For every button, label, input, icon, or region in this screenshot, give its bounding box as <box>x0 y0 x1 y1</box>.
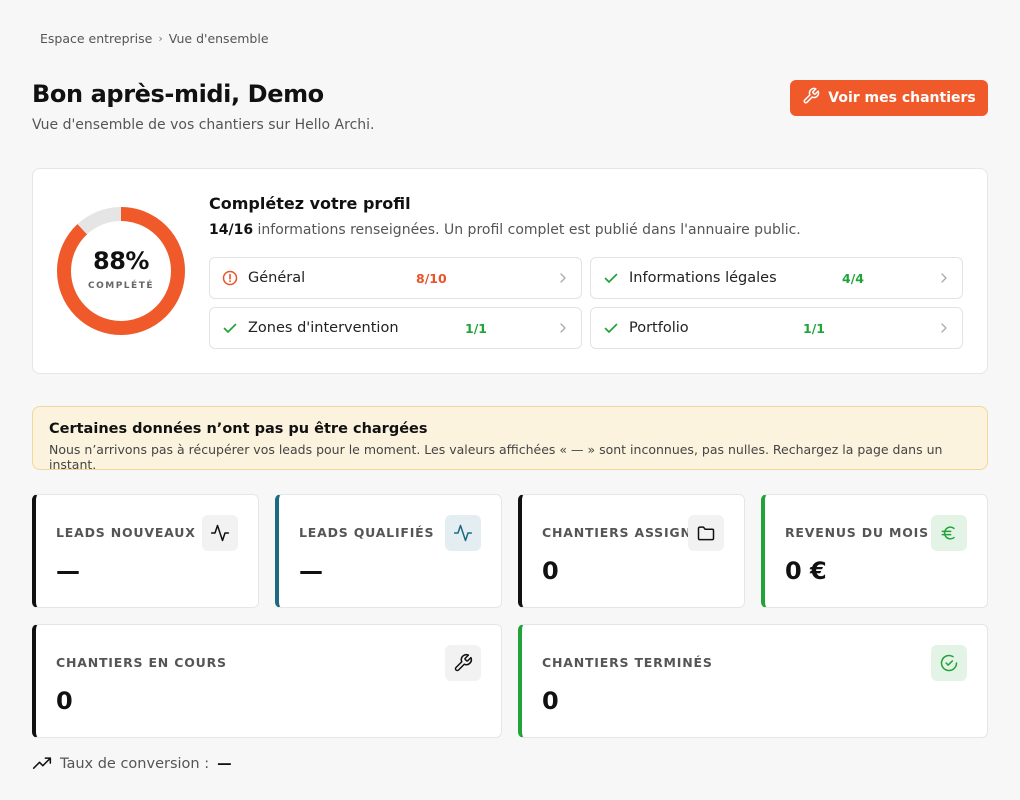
chevron-right-icon <box>941 273 947 283</box>
conversion-value: — <box>217 756 232 772</box>
profile-description: 14/16 informations renseignées. Un profi… <box>209 222 801 238</box>
profile-item-count: 4/4 <box>842 270 864 286</box>
breadcrumb: Espace entreprise › Vue d'ensemble <box>40 31 269 46</box>
conversion-rate: Taux de conversion : — <box>32 754 232 774</box>
profile-item-count: 8/10 <box>416 270 447 286</box>
kpi-value: 0 <box>56 687 73 715</box>
kpi-label: CHANTIERS EN COURS <box>56 655 227 670</box>
profile-status-label: COMPLÉTÉ <box>88 281 154 291</box>
profile-description-text: informations renseignées. Un profil comp… <box>257 222 801 238</box>
kpi-label: LEADS QUALIFIÉS <box>299 525 435 540</box>
profile-item-legal[interactable]: Informations légales 4/4 <box>590 257 963 299</box>
breadcrumb-current: Vue d'ensemble <box>168 31 269 46</box>
kpi-projects-in-progress[interactable]: CHANTIERS EN COURS 0 <box>32 624 502 738</box>
chevron-right-icon <box>560 323 566 333</box>
kpi-label: REVENUS DU MOIS <box>785 525 929 540</box>
kpi-label: CHANTIERS ASSIGNÉS <box>542 525 711 540</box>
euro-icon <box>931 515 967 551</box>
warning-title: Certaines données n’ont pas pu être char… <box>49 421 428 437</box>
check-icon <box>604 323 618 333</box>
kpi-monthly-revenue[interactable]: REVENUS DU MOIS 0 € <box>761 494 988 608</box>
profile-count: 14/16 <box>209 222 254 238</box>
profile-item-general[interactable]: Général 8/10 <box>209 257 582 299</box>
activity-icon <box>202 515 238 551</box>
chevron-right-icon <box>560 273 566 283</box>
activity-icon <box>445 515 481 551</box>
view-projects-button[interactable]: Voir mes chantiers <box>790 80 988 116</box>
kpi-value: — <box>299 557 323 585</box>
folder-icon <box>688 515 724 551</box>
profile-item-count: 1/1 <box>803 320 825 336</box>
profile-item-portfolio[interactable]: Portfolio 1/1 <box>590 307 963 349</box>
check-icon <box>604 273 618 283</box>
profile-title: Complétez votre profil <box>209 194 411 213</box>
breadcrumb-separator: › <box>158 32 163 45</box>
kpi-projects-completed[interactable]: CHANTIERS TERMINÉS 0 <box>518 624 988 738</box>
kpi-value: 0 € <box>785 557 827 585</box>
data-load-warning: Certaines données n’ont pas pu être char… <box>32 406 988 472</box>
warning-text: Nous n’arrivons pas à récupérer vos lead… <box>49 442 943 472</box>
kpi-value: — <box>56 557 80 585</box>
check-circle-icon <box>931 645 967 681</box>
conversion-label: Taux de conversion : <box>60 756 210 772</box>
kpi-qualified-leads[interactable]: LEADS QUALIFIÉS — <box>275 494 502 608</box>
profile-item-label: Informations légales <box>629 270 777 286</box>
kpi-label: CHANTIERS TERMINÉS <box>542 655 713 670</box>
profile-completion-card: 88% COMPLÉTÉ Complétez votre profil 14/1… <box>32 168 988 374</box>
kpi-value: 0 <box>542 557 559 585</box>
chevron-right-icon <box>941 323 947 333</box>
wrench-icon <box>445 645 481 681</box>
profile-item-zones[interactable]: Zones d'intervention 1/1 <box>209 307 582 349</box>
kpi-value: 0 <box>542 687 559 715</box>
trending-up-icon <box>32 757 52 769</box>
kpi-assigned-projects[interactable]: CHANTIERS ASSIGNÉS 0 <box>518 494 745 608</box>
profile-item-label: Portfolio <box>629 320 689 336</box>
wrench-icon <box>802 87 820 109</box>
check-icon <box>223 323 237 333</box>
kpi-label: LEADS NOUVEAUX <box>56 525 196 540</box>
profile-item-count: 1/1 <box>465 320 487 336</box>
profile-percent: 88% <box>93 247 149 275</box>
profile-item-label: Général <box>248 270 306 286</box>
alert-circle-icon <box>222 270 238 286</box>
page-subtitle: Vue d'ensemble de vos chantiers sur Hell… <box>32 117 375 133</box>
page-title: Bon après-midi, Demo <box>32 80 324 108</box>
view-projects-label: Voir mes chantiers <box>828 90 976 106</box>
kpi-new-leads[interactable]: LEADS NOUVEAUX — <box>32 494 259 608</box>
breadcrumb-root[interactable]: Espace entreprise <box>40 31 152 46</box>
profile-item-label: Zones d'intervention <box>248 320 399 336</box>
